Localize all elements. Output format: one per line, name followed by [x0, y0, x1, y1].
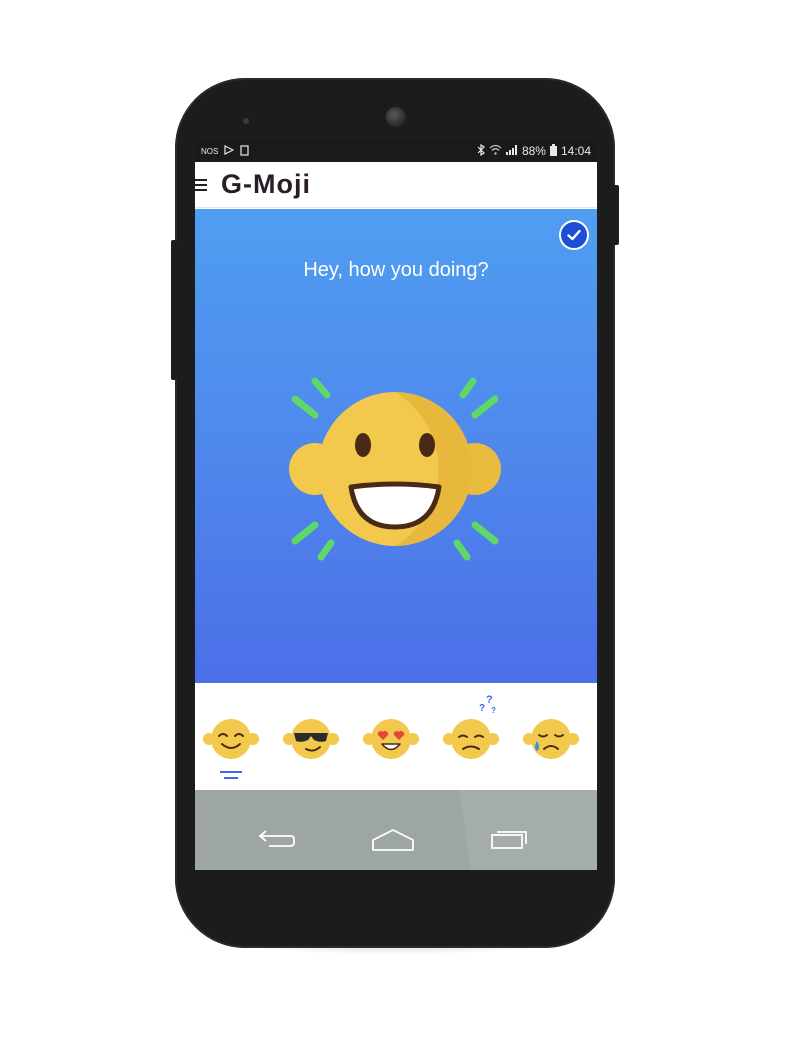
- system-nav-bar: [195, 790, 597, 870]
- check-icon: [567, 229, 581, 241]
- earpiece: [243, 118, 249, 124]
- app-title: G-Moji: [221, 169, 311, 199]
- front-camera: [386, 107, 406, 127]
- mood-hero: Hey, how you doing?: [195, 209, 597, 683]
- notification-icon: [240, 144, 250, 158]
- heart-eyes-emoji-icon[interactable]: [363, 711, 419, 767]
- play-store-icon: [224, 145, 235, 157]
- confused-emoji-icon[interactable]: [443, 711, 499, 767]
- big-smile-emoji-icon: [289, 377, 501, 561]
- smiling-emoji-icon[interactable]: [203, 711, 259, 767]
- power-button: [171, 240, 177, 380]
- selected-indicator: [219, 771, 243, 779]
- wifi-icon: [489, 144, 502, 158]
- home-icon[interactable]: [371, 828, 415, 852]
- battery-icon: [549, 143, 557, 159]
- menu-icon[interactable]: [195, 178, 207, 191]
- cool-sunglasses-emoji-icon[interactable]: [283, 711, 339, 767]
- carrier-label: NOS: [201, 146, 219, 156]
- bluetooth-icon: [477, 143, 485, 159]
- svg-text:?: ?: [479, 703, 485, 714]
- sad-tear-emoji-icon[interactable]: [523, 711, 579, 767]
- signal-icon: [505, 144, 518, 158]
- app-bar: G-Moji: [195, 162, 597, 208]
- battery-percent: 88%: [521, 144, 546, 158]
- back-icon[interactable]: [257, 828, 295, 850]
- recent-apps-icon[interactable]: [490, 828, 528, 850]
- status-bar: NOS 88% 14:04: [195, 140, 597, 162]
- emoji-picker: ? ? ?: [195, 683, 597, 791]
- svg-text:?: ?: [486, 694, 493, 706]
- volume-button: [613, 185, 619, 245]
- question-marks-icon: ? ? ?: [479, 694, 496, 715]
- confirm-check-button[interactable]: [559, 220, 589, 250]
- greeting-text: Hey, how you doing?: [303, 259, 489, 281]
- clock: 14:04: [560, 144, 591, 158]
- svg-text:?: ?: [491, 706, 496, 715]
- phone-screen: NOS 88% 14:04 G-Moji Hey, how you doing?…: [195, 140, 597, 870]
